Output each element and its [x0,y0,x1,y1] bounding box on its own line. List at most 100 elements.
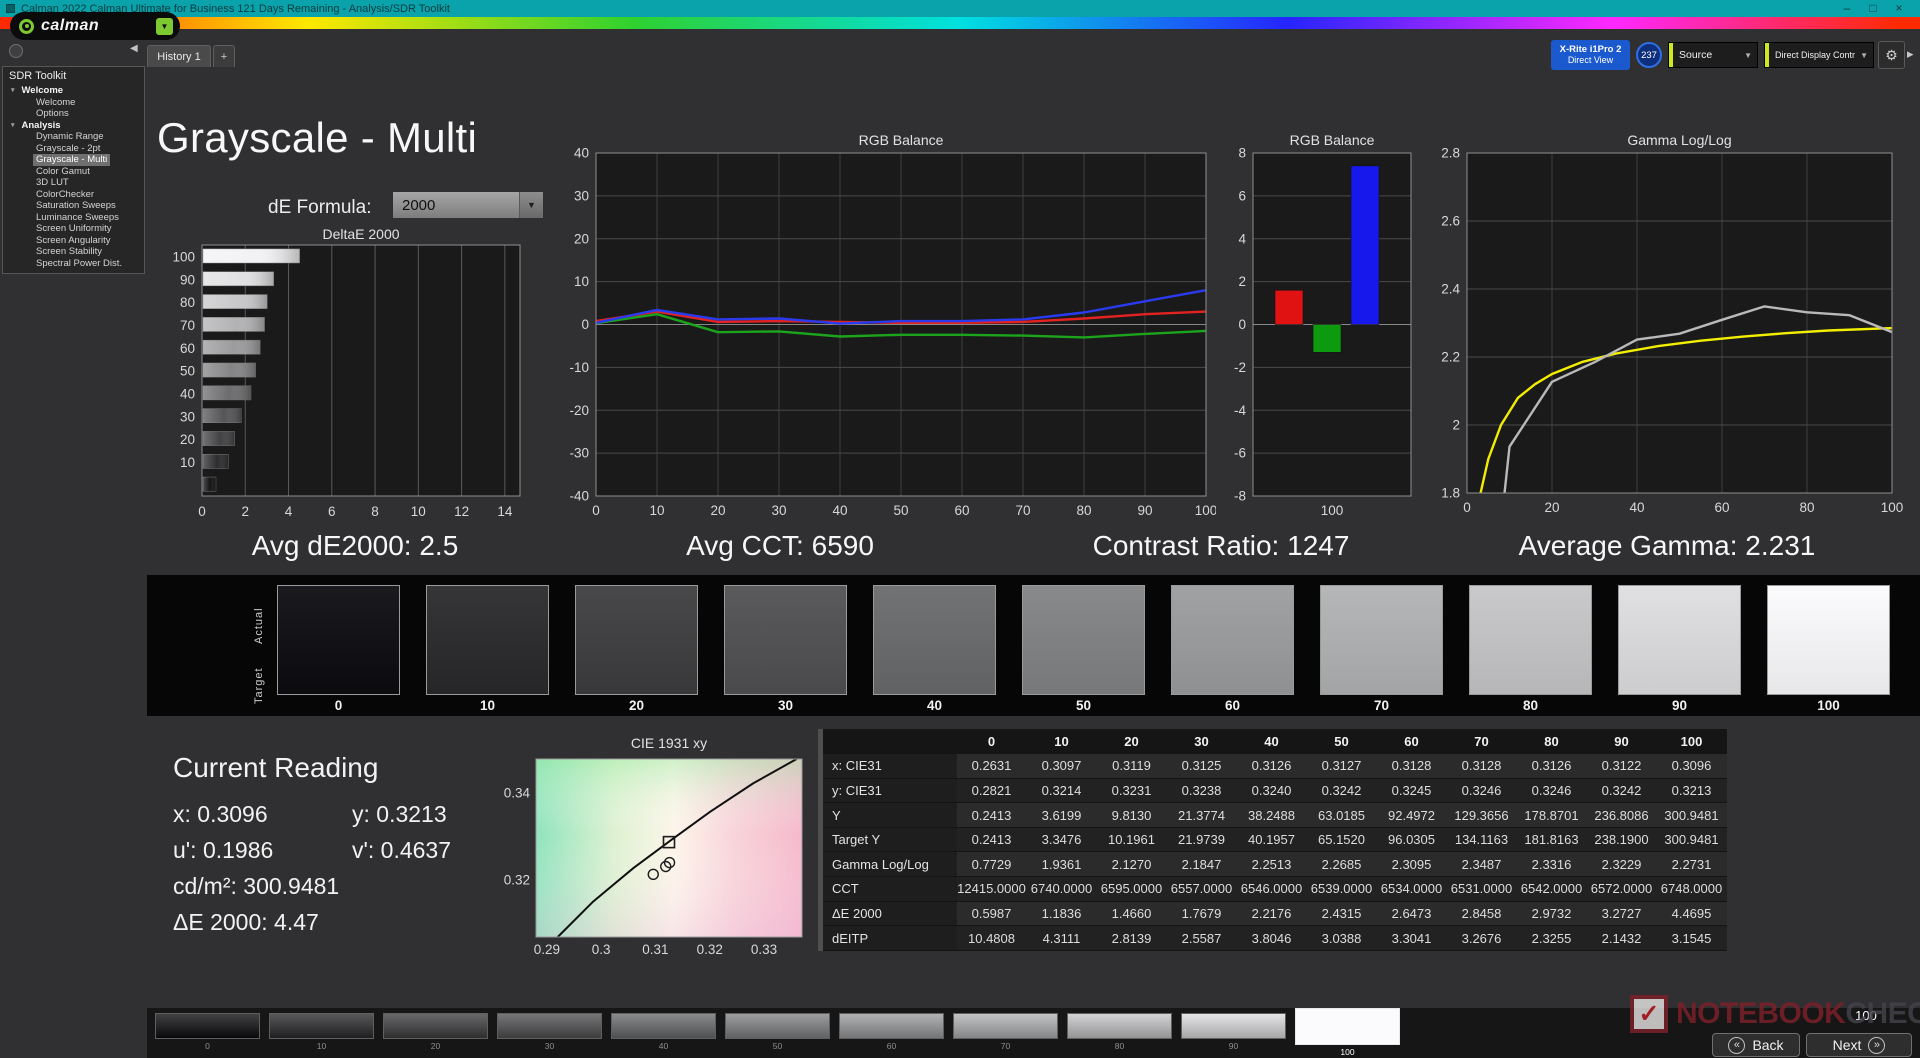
stat-avg-cct: Avg CCT: 6590 [686,530,874,561]
grayscale-swatch-80: 80 [1469,585,1592,713]
sidebar-item-label: Screen Stability [36,246,103,257]
test-patch-60[interactable]: 60 [839,1013,944,1051]
svg-text:60: 60 [1714,500,1729,515]
sidebar-round-button[interactable] [9,44,23,58]
sidebar-item-grayscale-multi[interactable]: Grayscale - Multi [3,154,144,166]
svg-text:0: 0 [1238,317,1246,332]
sidebar-item-dynamic-range[interactable]: Dynamic Range [3,131,144,143]
sidebar-item-welcome[interactable]: ▾ Welcome [3,85,144,97]
grayscale-swatch-20: 20 [575,585,698,713]
tab-history-1[interactable]: History 1 [147,45,211,67]
back-chevrons-icon: « [1728,1036,1746,1054]
badge-value: 237 [1641,49,1657,61]
table-col-header: 80 [1516,729,1587,755]
grayscale-swatch-50: 50 [1022,585,1145,713]
test-patch-0[interactable]: 0 [155,1013,260,1051]
svg-text:30: 30 [771,503,786,518]
table-cell: 3.3041 [1376,925,1447,951]
add-tab-button[interactable]: + [213,45,235,67]
sidebar-item-label: Grayscale - 2pt [36,142,101,154]
svg-text:80: 80 [1076,503,1091,518]
sidebar-item-analysis[interactable]: ▾ Analysis [3,120,144,132]
sidebar-item-colorchecker[interactable]: ColorChecker [3,189,144,201]
table-col-header: 50 [1306,729,1377,755]
patch-color [953,1013,1058,1039]
patch-label: 90 [1228,1041,1239,1051]
sidebar-item-welcome[interactable]: Welcome [3,97,144,109]
test-patch-80[interactable]: 80 [1067,1013,1172,1051]
display-control-dropdown[interactable]: Direct Display Control ▼ [1764,42,1874,68]
test-patch-90[interactable]: 90 [1181,1013,1286,1051]
sidebar-item-luminance-sweeps[interactable]: Luminance Sweeps [3,212,144,224]
back-button[interactable]: « Back [1712,1033,1800,1057]
test-patch-40[interactable]: 40 [611,1013,716,1051]
meter-select-button[interactable]: X-Rite i1Pro 2 Direct View [1551,40,1630,70]
chevron-down-icon: ▼ [519,192,543,218]
svg-text:80: 80 [180,295,195,310]
svg-text:0.3: 0.3 [592,942,611,957]
window-titlebar: Calman 2022 Calman Ultimate for Business… [0,0,1920,17]
table-cell: 0.7729 [956,851,1027,878]
test-patch-70[interactable]: 70 [953,1013,1058,1051]
swatch-color [1767,585,1890,695]
close-button[interactable]: × [1886,0,1912,17]
sidebar-item-label: Options [36,108,69,119]
expand-panel-arrow[interactable]: ▸ [1907,46,1914,62]
settings-gear-button[interactable]: ⚙ [1878,41,1905,69]
next-button[interactable]: Next » [1806,1033,1912,1057]
test-patch-100[interactable]: 100 [1295,1008,1400,1057]
minimize-button[interactable]: – [1834,0,1860,17]
grayscale-swatch-30: 30 [724,585,847,713]
maximize-button[interactable]: □ [1860,0,1886,17]
table-row-label: CCT [818,876,957,902]
test-patch-50[interactable]: 50 [725,1013,830,1051]
meter-status-badge[interactable]: 237 [1636,42,1662,68]
table-cell: 6748.0000 [1656,876,1727,902]
table-cell: 10.4808 [956,925,1027,951]
calman-logo-menu[interactable]: calman ▼ [10,12,180,40]
svg-text:50: 50 [893,503,908,518]
sidebar-item-color-gamut[interactable]: Color Gamut [3,166,144,178]
source-dropdown[interactable]: Source ▼ [1668,42,1758,68]
table-row-label: ΔE 2000 [818,901,957,927]
svg-text:2: 2 [1452,418,1460,433]
table-cell: 3.6199 [1026,802,1097,828]
reading-x: x: 0.3096 [173,801,268,827]
swatch-label: 60 [1224,698,1241,713]
sidebar-item-grayscale-2pt[interactable]: Grayscale - 2pt [3,143,144,155]
sidebar-item-saturation-sweeps[interactable]: Saturation Sweeps [3,200,144,212]
patch-label: 30 [544,1041,555,1051]
table-cell: 0.3128 [1376,753,1447,779]
de-formula-select[interactable]: 2000 ▼ [392,191,544,219]
test-patch-10[interactable]: 10 [269,1013,374,1051]
svg-text:-8: -8 [1234,489,1246,504]
tree-expand-icon[interactable]: ▾ [11,120,15,132]
swatch-label: 90 [1671,698,1688,713]
sidebar-item-screen-uniformity[interactable]: Screen Uniformity [3,223,144,235]
sidebar-item-screen-stability[interactable]: Screen Stability [3,246,144,258]
table-cell: 6539.0000 [1306,876,1377,902]
swatch-color [1618,585,1741,695]
current-reading-panel: Current Reading x: 0.3096 y: 0.3213 u': … [173,752,451,940]
table-row-label: x: CIE31 [818,753,957,779]
test-patch-20[interactable]: 20 [383,1013,488,1051]
patch-label: 70 [1000,1041,1011,1051]
table-cell: 2.5587 [1166,925,1237,951]
sidebar-collapse-arrow[interactable]: ◀ [130,43,138,54]
sidebar-item-options[interactable]: Options [3,108,144,120]
sidebar-item-label: ColorChecker [36,188,95,200]
test-patch-30[interactable]: 30 [497,1013,602,1051]
sidebar-item-screen-angularity[interactable]: Screen Angularity [3,235,144,247]
sidebar-item-spectral-power-dist[interactable]: Spectral Power Dist. [3,258,144,270]
table-col-header: 10 [1026,729,1097,755]
sidebar-item-3d-lut[interactable]: 3D LUT [3,177,144,189]
rgb-balance-line-chart: 0 10 20 30 40 50 60 70 80 90 100 40 30 20 10 0 -10 -20 -30… [556,136,1217,520]
table-cell: 6546.0000 [1236,876,1307,902]
table-cell: 2.2513 [1236,851,1307,878]
table-cell: 2.8139 [1096,925,1167,951]
sidebar-item-label: Dynamic Range [36,131,104,142]
svg-text:70: 70 [1015,503,1030,518]
table-cell: 2.3255 [1516,925,1587,951]
svg-text:4: 4 [285,504,293,519]
tree-expand-icon[interactable]: ▾ [11,85,15,97]
